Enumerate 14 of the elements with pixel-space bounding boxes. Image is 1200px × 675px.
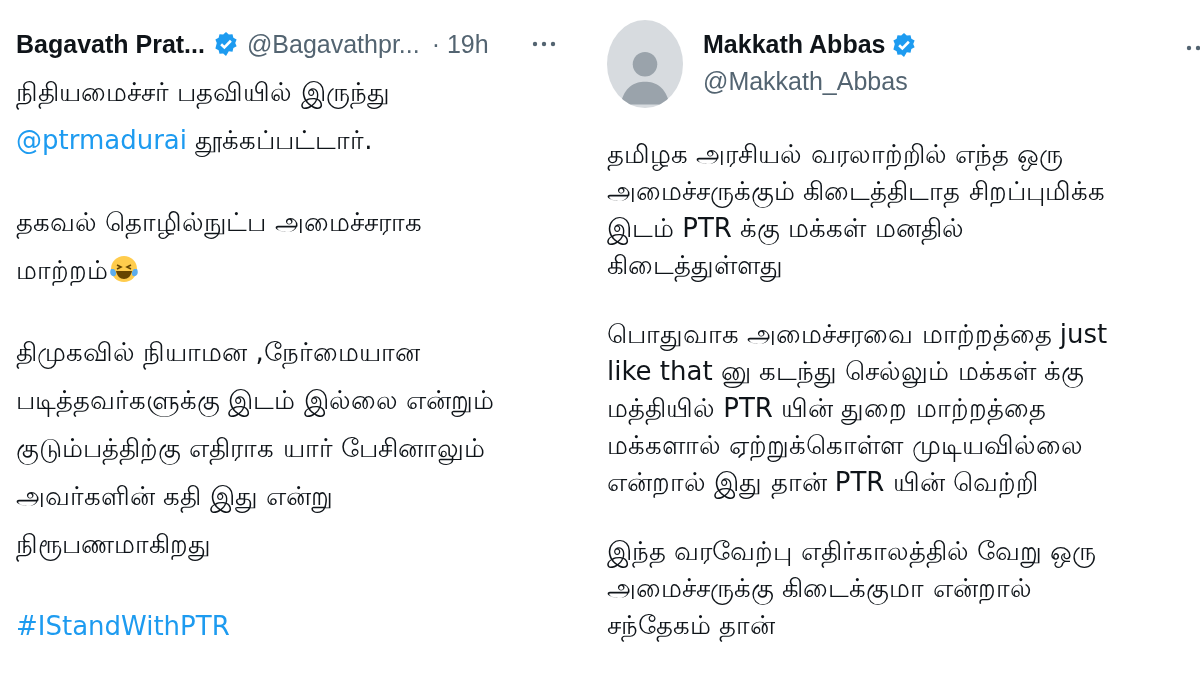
laughing-face-icon bbox=[108, 253, 140, 285]
author-handle[interactable]: @Makkath_Abbas bbox=[703, 67, 918, 96]
more-options-icon[interactable] bbox=[532, 40, 556, 48]
post-text: தகவல் தொழில்நுட்ப அமைச்சராக மாற்றம் bbox=[16, 206, 423, 288]
author-name[interactable]: Bagavath Prat... bbox=[16, 29, 205, 59]
post-text: திமுகவில் நியாமன ,நேர்மையான படித்தவர்களுக்கு இடம் இல்லை என்றும் குடும்பத்திற்கு எதிராக யார் பேசினாலும் அவர்களின் கதி இது என்று நிரூபணமாகிறது bbox=[16, 328, 580, 568]
more-options-icon[interactable] bbox=[1186, 44, 1200, 52]
author-name[interactable]: Makkath Abbas bbox=[703, 30, 886, 59]
post-text: பொதுவாக அமைச்சரவை மாற்றத்தை just like that னு கடந்து செல்லும் மக்கள் க்கு மத்தியில் PTR யின் துறை மாற்றத்தை மக்களால் ஏற்றுக்கொள்ள முடியவில்லை என்றால் இது தான் PTR யின் வெற்றி bbox=[607, 318, 1109, 501]
post-text: நிதியமைச்சர் பதவியில் இருந்து @ptrmadurai தூக்கப்பட்டார். bbox=[16, 76, 391, 159]
post-text: தமிழக அரசியல் வரலாற்றில் எந்த ஒரு அமைச்சருக்கும் கிடைத்திடாத சிறப்புமிக்க இடம் PTR க்கு மக்கள் மனதில் கிடைத்துள்ளது bbox=[607, 138, 1106, 284]
author-handle[interactable]: @Bagavathpr... bbox=[246, 29, 420, 59]
post-text: இந்த வரவேற்பு எதிர்காலத்தில் வேறு ஒரு அமைச்சருக்கு கிடைக்குமா என்றால் சந்தேகம் தான் bbox=[607, 535, 1098, 644]
post-time[interactable]: · 19h bbox=[431, 29, 489, 59]
